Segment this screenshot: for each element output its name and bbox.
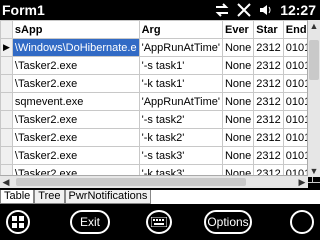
cell-star[interactable]: 2312 <box>253 146 284 165</box>
vertical-scroll-thumb[interactable] <box>309 40 319 80</box>
title-bar: Form1 12:27 <box>0 0 320 20</box>
cell-ever[interactable]: None <box>221 146 255 165</box>
volume-icon <box>258 2 274 18</box>
start-button[interactable] <box>6 209 30 235</box>
cell-sapp[interactable]: \Tasker2.exe <box>11 128 140 147</box>
keyboard-button[interactable] <box>146 209 172 235</box>
exit-button[interactable]: Exit <box>70 209 110 235</box>
cell-ever[interactable]: None <box>221 128 255 147</box>
column-header-arg[interactable]: Arg <box>138 20 223 39</box>
tab-pwrnotifications[interactable]: PwrNotifications <box>64 190 152 204</box>
grid-header-row: sApp Arg Ever Star End T <box>0 20 320 39</box>
windows-logo-icon <box>6 210 30 234</box>
cell-ever[interactable]: None <box>221 110 255 129</box>
table-row[interactable]: sqmevent.exe 'AppRunAtTime' None 2312 01… <box>0 92 320 111</box>
table-row[interactable]: \Tasker2.exe '-s task1' None 2312 0101 T <box>0 56 320 75</box>
cell-ever[interactable]: None <box>221 92 255 111</box>
cell-sapp[interactable]: \Tasker2.exe <box>11 146 140 165</box>
cell-sapp[interactable]: \Tasker2.exe <box>11 110 140 129</box>
exit-label: Exit <box>79 215 100 229</box>
cell-arg[interactable]: '-s task2' <box>138 110 223 129</box>
scroll-left-icon[interactable]: ◀ <box>0 176 12 188</box>
status-area: 12:27 <box>214 2 316 18</box>
cell-arg[interactable]: 'AppRunAtTime' <box>138 38 223 57</box>
cell-arg[interactable]: '-s task3' <box>138 146 223 165</box>
exit-button-frame: Exit <box>70 210 110 234</box>
scroll-right-icon[interactable]: ▶ <box>296 176 308 188</box>
cell-arg[interactable]: '-k task1' <box>138 74 223 93</box>
row-selector-arrow[interactable]: ▶ <box>0 38 13 57</box>
options-button[interactable]: Options <box>204 209 252 235</box>
keyboard-icon <box>146 210 172 234</box>
table-row[interactable]: \Tasker2.exe '-s task3' None 2312 0101 T <box>0 146 320 165</box>
row-selector[interactable] <box>0 92 13 111</box>
no-signal-icon <box>236 2 252 18</box>
scroll-down-icon[interactable]: ▼ <box>309 165 319 177</box>
cell-star[interactable]: 2312 <box>253 110 284 129</box>
horizontal-scroll-thumb[interactable] <box>16 178 246 186</box>
table-row[interactable]: ▶ \Windows\DoHibernate.e 'AppRunAtTime' … <box>0 38 320 57</box>
data-grid[interactable]: sApp Arg Ever Star End T ▶ \Windows\DoHi… <box>0 20 320 183</box>
ok-icon <box>290 210 314 234</box>
cell-star[interactable]: 2312 <box>253 56 284 75</box>
row-selector[interactable] <box>0 146 13 165</box>
cell-sapp[interactable]: \Windows\DoHibernate.e <box>11 38 140 57</box>
bottom-bar: Exit Options <box>0 204 320 240</box>
row-selector[interactable] <box>0 74 13 93</box>
row-selector[interactable] <box>0 56 13 75</box>
cell-ever[interactable]: None <box>221 38 255 57</box>
cell-star[interactable]: 2312 <box>253 92 284 111</box>
cell-ever[interactable]: None <box>221 56 255 75</box>
cell-ever[interactable]: None <box>221 74 255 93</box>
horizontal-scrollbar[interactable]: ◀ ▶ <box>0 175 308 188</box>
column-header-star[interactable]: Star <box>253 20 284 39</box>
row-header-corner <box>0 20 13 39</box>
cell-sapp[interactable]: \Tasker2.exe <box>11 74 140 93</box>
options-button-frame: Options <box>204 210 252 234</box>
table-row[interactable]: \Tasker2.exe '-s task2' None 2312 0101 T <box>0 110 320 129</box>
tab-tree[interactable]: Tree <box>34 190 65 204</box>
cell-arg[interactable]: '-k task2' <box>138 128 223 147</box>
column-header-ever[interactable]: Ever <box>221 20 255 39</box>
row-selector[interactable] <box>0 128 13 147</box>
cell-sapp[interactable]: \Tasker2.exe <box>11 56 140 75</box>
options-label: Options <box>207 215 249 229</box>
ok-button[interactable] <box>290 209 314 235</box>
cell-star[interactable]: 2312 <box>253 38 284 57</box>
column-header-sapp[interactable]: sApp <box>11 20 140 39</box>
cell-arg[interactable]: 'AppRunAtTime' <box>138 92 223 111</box>
cell-sapp[interactable]: sqmevent.exe <box>11 92 140 111</box>
window-title: Form1 <box>2 2 45 18</box>
cell-star[interactable]: 2312 <box>253 74 284 93</box>
cell-star[interactable]: 2312 <box>253 128 284 147</box>
table-row[interactable]: \Tasker2.exe '-k task2' None 2312 0101 T <box>0 128 320 147</box>
row-selector[interactable] <box>0 110 13 129</box>
clock: 12:27 <box>280 2 316 18</box>
tab-table[interactable]: Table <box>0 190 35 204</box>
vertical-scrollbar[interactable]: ▲ ▼ <box>307 20 320 177</box>
sync-icon <box>214 2 230 18</box>
cell-arg[interactable]: '-s task1' <box>138 56 223 75</box>
scroll-up-icon[interactable]: ▲ <box>309 20 319 32</box>
table-row[interactable]: \Tasker2.exe '-k task1' None 2312 0101 T <box>0 74 320 93</box>
tab-bar: Table Tree PwrNotifications <box>0 190 320 204</box>
